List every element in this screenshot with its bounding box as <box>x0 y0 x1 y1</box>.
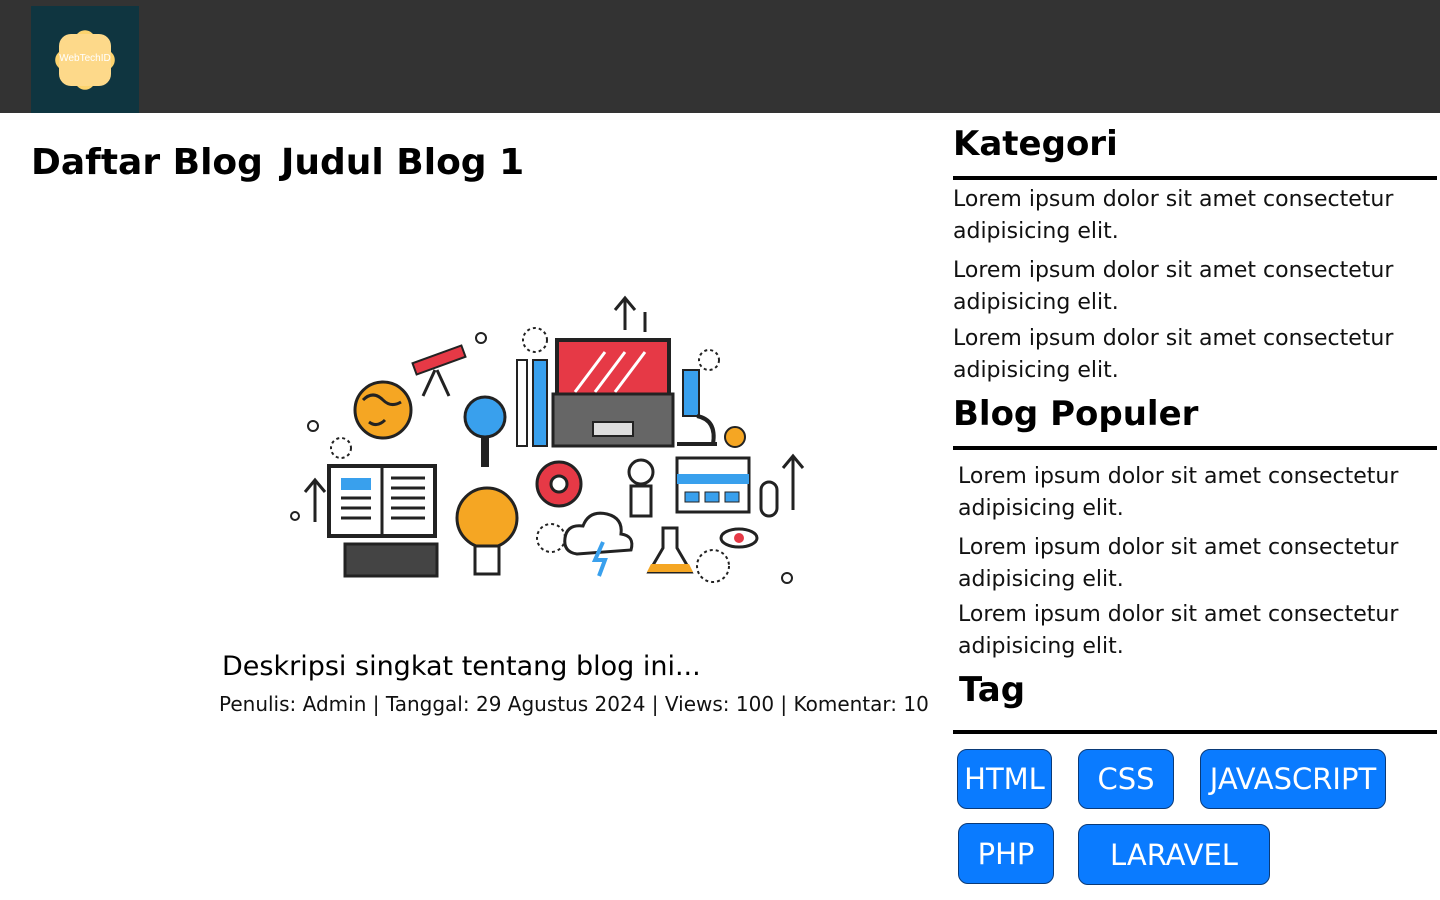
popular-blog-item[interactable]: Lorem ipsum dolor sit amet consectetur a… <box>958 461 1428 525</box>
tag-css[interactable]: CSS <box>1078 749 1174 809</box>
category-item[interactable]: Lorem ipsum dolor sit amet consectetur a… <box>953 184 1423 248</box>
category-item[interactable]: Lorem ipsum dolor sit amet consectetur a… <box>953 323 1423 387</box>
category-title: Kategori <box>953 124 1118 164</box>
tag-laravel[interactable]: LARAVEL <box>1078 824 1270 885</box>
tag-javascript[interactable]: JAVASCRIPT <box>1200 749 1386 809</box>
tech-illustration-icon <box>290 295 805 584</box>
popular-blog-item[interactable]: Lorem ipsum dolor sit amet consectetur a… <box>958 532 1428 596</box>
blog-description: Deskripsi singkat tentang blog ini... <box>222 651 701 682</box>
tag-php[interactable]: PHP <box>958 823 1054 884</box>
site-logo[interactable]: WebTechID <box>31 6 139 113</box>
blog-meta-info: Penulis: Admin | Tanggal: 29 Agustus 202… <box>219 692 929 716</box>
logo-text: WebTechID <box>59 53 111 64</box>
tag-title: Tag <box>959 670 1026 710</box>
blog-title[interactable]: Judul Blog 1 <box>281 142 524 183</box>
blog-list-heading[interactable]: Daftar Blog <box>31 142 263 183</box>
popular-blog-item[interactable]: Lorem ipsum dolor sit amet consectetur a… <box>958 599 1428 663</box>
popular-blog-divider <box>953 446 1437 450</box>
tag-divider <box>953 730 1437 734</box>
category-item[interactable]: Lorem ipsum dolor sit amet consectetur a… <box>953 255 1423 319</box>
popular-blog-title: Blog Populer <box>953 394 1199 434</box>
tag-html[interactable]: HTML <box>957 749 1052 809</box>
category-divider <box>953 176 1437 180</box>
top-navbar: WebTechID <box>0 0 1440 113</box>
